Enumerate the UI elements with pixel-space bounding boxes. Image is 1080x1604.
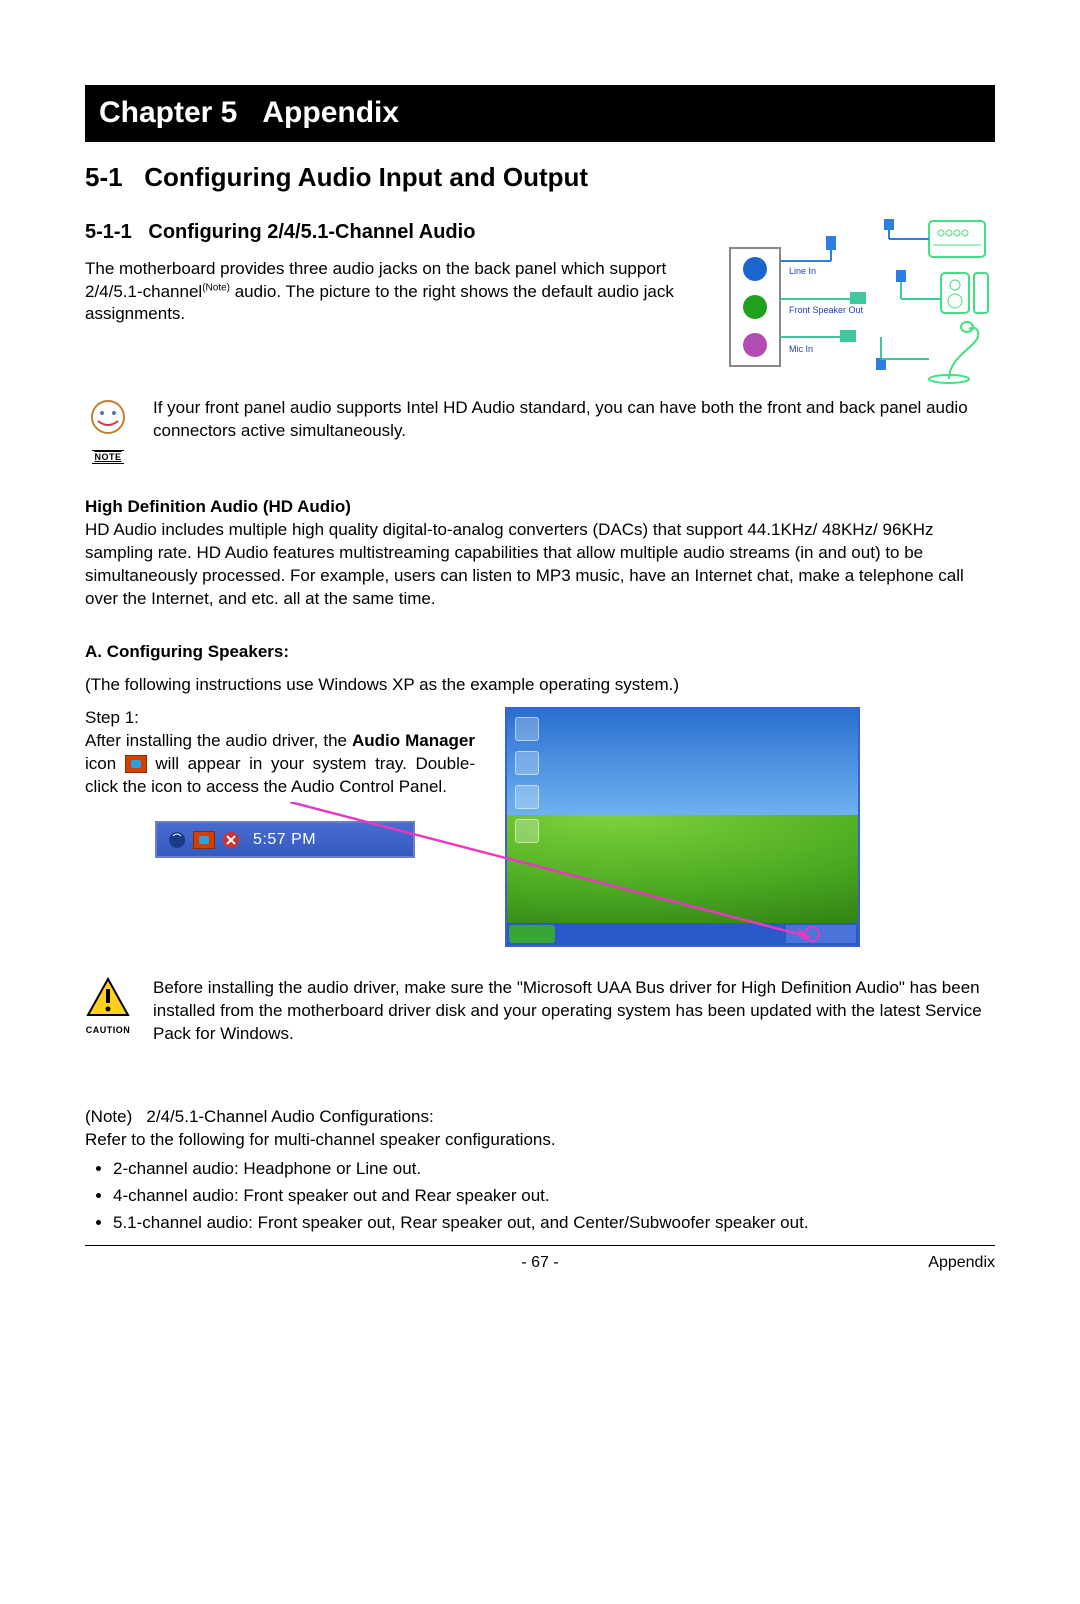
footnote-label: (Note) [85, 1107, 132, 1126]
configure-speakers-heading: A. Configuring Speakers: [85, 641, 995, 664]
tray-close-icon [221, 830, 241, 850]
hd-audio-heading: High Definition Audio (HD Audio) [85, 496, 995, 519]
taskbar-tray [786, 925, 856, 943]
page-footer: - 67 - Appendix [85, 1252, 995, 1274]
tray-generic-icon [167, 830, 187, 850]
jack-panel [729, 247, 781, 367]
subsection-heading: 5-1-1 Configuring 2/4/5.1-Channel Audio [85, 219, 705, 246]
step-label: Step 1: [85, 707, 475, 730]
front-speaker-jack-icon [743, 295, 767, 319]
note-text: If your front panel audio supports Intel… [153, 397, 995, 443]
subsection-num: 5-1-1 [85, 221, 132, 243]
chapter-heading: Chapter 5 Appendix [85, 85, 995, 142]
note-icon: NOTE [85, 397, 131, 467]
footnote-line: (Note) 2/4/5.1-Channel Audio Configurati… [85, 1106, 995, 1129]
taskbar [507, 923, 858, 945]
start-button-icon [509, 925, 555, 943]
footnote-title: 2/4/5.1-Channel Audio Configurations: [146, 1107, 433, 1126]
audio-jack-figure: Line In Front Speaker Out Mic In [725, 219, 995, 367]
section-title: Configuring Audio Input and Output [144, 162, 588, 192]
line-in-jack-icon [743, 257, 767, 281]
tray-time: 5:57 PM [253, 829, 316, 851]
page-number: - 67 - [285, 1252, 795, 1274]
os-hint: (The following instructions use Windows … [85, 674, 995, 697]
audio-manager-icon [125, 755, 147, 773]
audio-manager-tray-icon [193, 831, 215, 849]
intro-paragraph: The motherboard provides three audio jac… [85, 258, 705, 327]
list-item: 5.1-channel audio: Front speaker out, Re… [113, 1212, 995, 1235]
section-heading: 5-1 Configuring Audio Input and Output [85, 160, 995, 195]
list-item: 2-channel audio: Headphone or Line out. [113, 1158, 995, 1181]
note-label: NOTE [92, 450, 123, 464]
note-superscript: (Note) [202, 282, 230, 293]
section-num: 5-1 [85, 162, 123, 192]
footer-rule [85, 1245, 995, 1246]
footnote-list: 2-channel audio: Headphone or Line out. … [85, 1158, 995, 1235]
line-in-label: Line In [789, 267, 863, 276]
desktop-icon [515, 717, 539, 741]
desktop-icon [515, 785, 539, 809]
step1-text: After installing the audio driver, the A… [85, 730, 475, 799]
tray-highlight-circle-icon [804, 926, 820, 942]
desktop-screenshot [505, 707, 860, 947]
mic-in-label: Mic In [789, 345, 863, 354]
caution-label: CAUTION [85, 1024, 131, 1036]
subsection-title: Configuring 2/4/5.1-Channel Audio [148, 221, 475, 243]
footnote-lead: Refer to the following for multi-channel… [85, 1129, 995, 1152]
mic-in-jack-icon [743, 333, 767, 357]
chapter-title: Appendix [262, 96, 399, 129]
jack-labels: Line In Front Speaker Out Mic In [789, 259, 863, 354]
footer-section: Appendix [795, 1252, 995, 1274]
list-item: 4-channel audio: Front speaker out and R… [113, 1185, 995, 1208]
caution-icon: CAUTION [85, 977, 131, 1036]
front-speaker-label: Front Speaker Out [789, 306, 863, 315]
caution-text: Before installing the audio driver, make… [153, 977, 995, 1046]
chapter-label: Chapter 5 [99, 96, 237, 129]
system-tray-zoom: 5:57 PM [155, 821, 415, 859]
desktop-icon [515, 751, 539, 775]
hd-audio-text: HD Audio includes multiple high quality … [85, 519, 995, 611]
desktop-icon [515, 819, 539, 843]
